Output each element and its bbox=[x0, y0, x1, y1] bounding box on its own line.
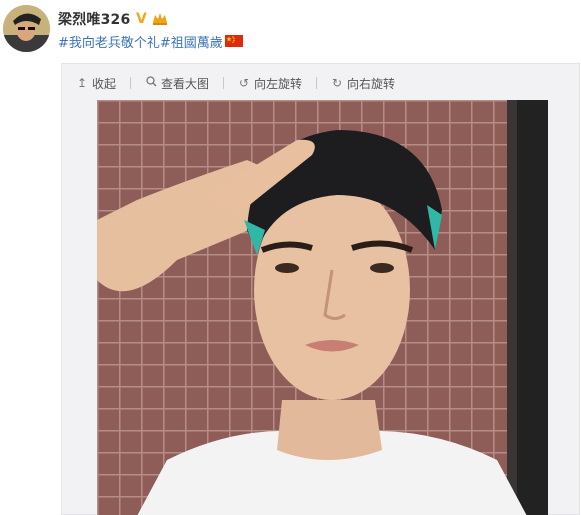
view-large-label: 查看大图 bbox=[161, 76, 210, 91]
arrow-up-icon: ↥ bbox=[76, 76, 88, 90]
username[interactable]: 梁烈唯326 bbox=[58, 9, 130, 29]
avatar[interactable] bbox=[3, 5, 50, 52]
divider bbox=[130, 77, 132, 89]
rotate-right-button[interactable]: ↻ 向右旋转 bbox=[331, 75, 395, 92]
hashtag-link[interactable]: #我向老兵敬个礼 bbox=[58, 32, 160, 51]
divider bbox=[316, 77, 318, 89]
search-icon bbox=[145, 76, 157, 90]
rotate-left-button[interactable]: ↺ 向左旋转 bbox=[238, 75, 302, 92]
weibo-post: 梁烈唯326 V #我向老兵敬个礼 #祖國萬歲 ↥ 收起 查看大图 ↺ 向左旋转… bbox=[0, 0, 581, 515]
crown-vip-icon[interactable] bbox=[152, 12, 168, 26]
view-large-button[interactable]: 查看大图 bbox=[145, 75, 209, 92]
post-photo[interactable] bbox=[97, 100, 548, 515]
rotate-left-icon: ↺ bbox=[239, 76, 250, 90]
rotate-right-label: 向右旋转 bbox=[347, 76, 396, 91]
verified-v-icon[interactable]: V bbox=[134, 12, 148, 26]
post-text: #我向老兵敬个礼 #祖國萬歲 bbox=[58, 32, 243, 51]
rotate-left-label: 向左旋转 bbox=[254, 76, 303, 91]
collapse-label: 收起 bbox=[92, 76, 117, 91]
user-line: 梁烈唯326 V bbox=[58, 9, 168, 29]
rotate-right-icon: ↻ bbox=[332, 76, 343, 90]
media-toolbar: ↥ 收起 查看大图 ↺ 向左旋转 ↻ 向右旋转 bbox=[62, 64, 579, 102]
china-flag-icon bbox=[224, 35, 243, 47]
collapse-button[interactable]: ↥ 收起 bbox=[76, 75, 116, 92]
media-card: ↥ 收起 查看大图 ↺ 向左旋转 ↻ 向右旋转 bbox=[61, 63, 580, 515]
hashtag-link[interactable]: #祖國萬歲 bbox=[160, 32, 223, 51]
divider bbox=[223, 77, 225, 89]
